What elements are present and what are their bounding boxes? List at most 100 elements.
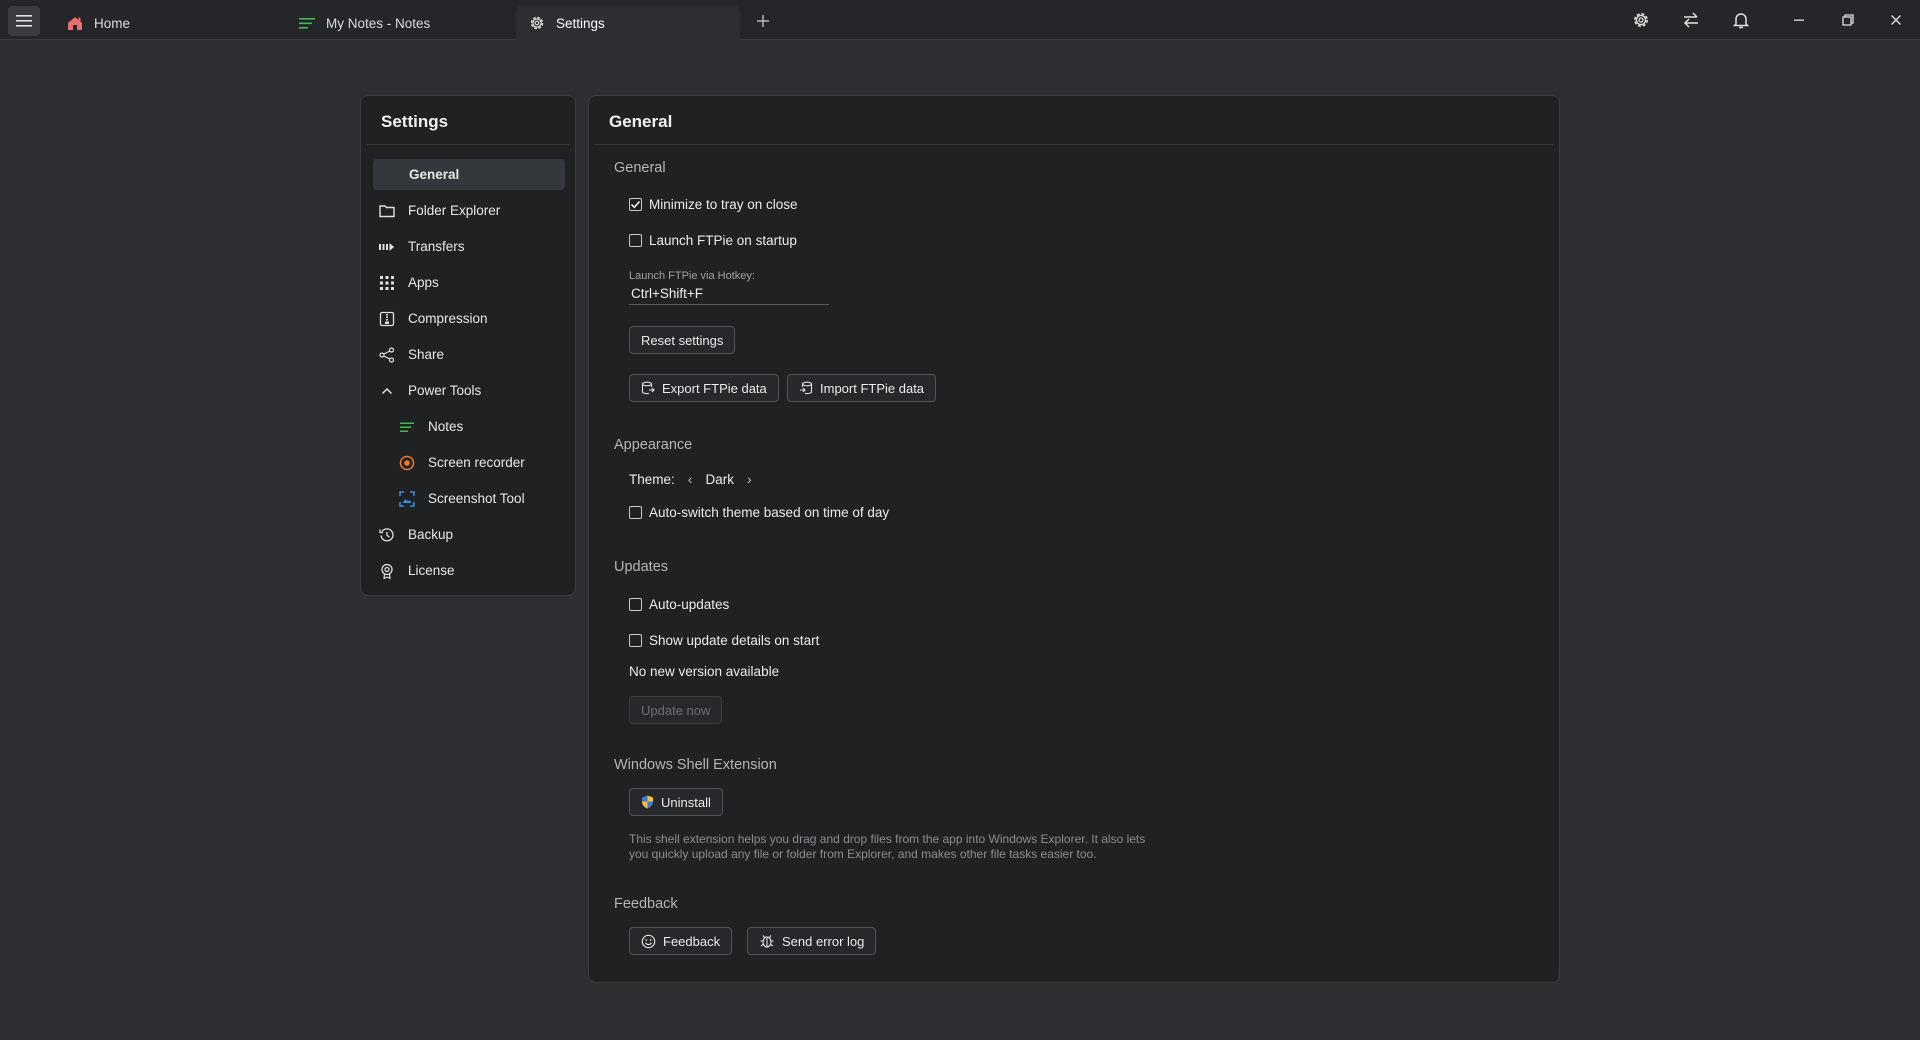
checkbox-box[interactable] [629, 598, 642, 611]
minimize-to-tray-checkbox[interactable]: Minimize to tray on close [629, 197, 798, 212]
apps-grid-icon [378, 274, 396, 292]
nav-item-label: Share [408, 347, 445, 362]
chevron-right-icon[interactable]: › [747, 471, 752, 487]
plus-icon [757, 15, 769, 27]
nav-item-transfers[interactable]: Transfers [373, 231, 565, 262]
gear-icon [1634, 13, 1648, 27]
nav-item-label: Screenshot Tool [428, 491, 525, 506]
tab-home[interactable]: Home [54, 6, 278, 40]
checkbox-box[interactable] [629, 506, 642, 519]
checkbox-box[interactable] [629, 634, 642, 647]
close-button[interactable] [1880, 6, 1912, 34]
button-label: Export FTPie data [662, 380, 767, 396]
settings-button[interactable] [1625, 6, 1657, 34]
tab-settings[interactable]: Settings [516, 6, 740, 40]
nav-item-label: Power Tools [408, 383, 482, 398]
tab-my-notes[interactable]: My Notes - Notes [286, 6, 510, 40]
button-label: Update now [641, 702, 711, 718]
auto-switch-theme-checkbox[interactable]: Auto-switch theme based on time of day [629, 505, 889, 520]
checkbox-label: Auto-switch theme based on time of day [649, 505, 890, 520]
nav-item-power-tools[interactable]: Power Tools [373, 375, 565, 406]
checkbox-label: Auto-updates [649, 597, 730, 612]
button-label: Uninstall [661, 794, 711, 810]
button-label: Reset settings [641, 332, 724, 348]
nav-item-apps[interactable]: Apps [373, 267, 565, 298]
home-icon [66, 14, 84, 32]
minimize-button[interactable] [1783, 6, 1815, 34]
nav-item-notes[interactable]: Notes [373, 411, 565, 442]
nav-item-backup[interactable]: Backup [373, 519, 565, 550]
settings-nav-panel: Settings General Folder Explorer Transfe… [360, 95, 576, 596]
nav-item-label: General [409, 167, 460, 182]
section-heading-appearance: Appearance [614, 437, 693, 453]
nav-item-share[interactable]: Share [373, 339, 565, 370]
hotkey-input[interactable]: Ctrl+Shift+F [629, 283, 829, 305]
nav-item-screen-recorder[interactable]: Screen recorder [373, 447, 565, 478]
hotkey-label: Launch FTPie via Hotkey: [629, 270, 755, 282]
theme-label: Theme: [629, 471, 675, 487]
folder-icon [378, 202, 396, 220]
export-icon [641, 381, 655, 395]
section-heading-updates: Updates [614, 559, 669, 575]
section-heading-feedback: Feedback [614, 896, 678, 912]
nav-title: Settings [381, 112, 449, 131]
nav-item-label: Folder Explorer [408, 203, 501, 218]
shield-icon [642, 795, 653, 809]
compression-icon [378, 310, 396, 328]
feedback-button[interactable]: Feedback [629, 927, 733, 955]
checkbox-label: Show update details on start [649, 633, 820, 648]
update-status-text: No new version available [629, 664, 780, 679]
notifications-button[interactable] [1725, 6, 1757, 34]
section-heading-shell-extension: Windows Shell Extension [614, 757, 777, 773]
close-icon [1891, 15, 1901, 25]
nav-item-label: License [408, 563, 455, 578]
reset-settings-button[interactable]: Reset settings [629, 326, 736, 354]
send-error-log-button[interactable]: Send error log [747, 927, 877, 955]
auto-updates-checkbox[interactable]: Auto-updates [629, 597, 729, 612]
launch-on-startup-checkbox[interactable]: Launch FTPie on startup [629, 233, 797, 248]
button-label: Feedback [663, 933, 721, 949]
nav-item-label: Transfers [408, 239, 465, 254]
update-now-button[interactable]: Update now [629, 696, 723, 724]
import-icon [800, 381, 813, 395]
checkbox-box[interactable] [629, 234, 642, 247]
shell-extension-description: This shell extension helps you drag and … [629, 832, 1146, 861]
nav-item-label: Screen recorder [428, 455, 525, 470]
divider [367, 144, 569, 145]
export-data-button[interactable]: Export FTPie data [629, 374, 779, 402]
section-heading-general: General [614, 160, 666, 176]
theme-value: Dark [705, 471, 734, 487]
general-settings-panel: General General Minimize to tray on clos… [588, 95, 1560, 983]
restore-button[interactable] [1832, 6, 1864, 34]
license-icon [378, 562, 396, 580]
nav-item-label: Compression [408, 311, 488, 326]
notes-icon [298, 14, 316, 32]
menu-button[interactable] [8, 6, 40, 36]
checkmark-icon [630, 200, 641, 209]
gear-icon [528, 14, 546, 32]
show-update-details-checkbox[interactable]: Show update details on start [629, 633, 819, 648]
nav-item-general[interactable]: General [373, 159, 565, 190]
import-data-button[interactable]: Import FTPie data [787, 374, 937, 402]
transfer-arrows-icon [1683, 12, 1698, 28]
checkbox-label: Launch FTPie on startup [649, 233, 797, 248]
button-label: Send error log [782, 933, 865, 949]
nav-item-compression[interactable]: Compression [373, 303, 565, 334]
new-tab-button[interactable] [750, 8, 776, 34]
chevron-up-icon [378, 382, 396, 400]
nav-item-license[interactable]: License [373, 555, 565, 586]
nav-item-screenshot-tool[interactable]: Screenshot Tool [373, 483, 565, 514]
tab-settings-label: Settings [556, 15, 605, 31]
uninstall-button[interactable]: Uninstall [629, 788, 723, 816]
screenshot-icon [398, 490, 416, 508]
restore-icon [1842, 14, 1854, 26]
nav-item-label: Apps [408, 275, 439, 290]
nav-item-label: Backup [408, 527, 454, 542]
bug-icon [760, 935, 774, 948]
transfers-button[interactable] [1675, 6, 1707, 34]
checkbox-box[interactable] [629, 198, 642, 211]
share-icon [378, 346, 396, 364]
chevron-left-icon[interactable]: ‹ [688, 471, 693, 487]
nav-item-folder-explorer[interactable]: Folder Explorer [373, 195, 565, 226]
title-bar: Home My Notes - Notes Settings [0, 0, 1920, 40]
